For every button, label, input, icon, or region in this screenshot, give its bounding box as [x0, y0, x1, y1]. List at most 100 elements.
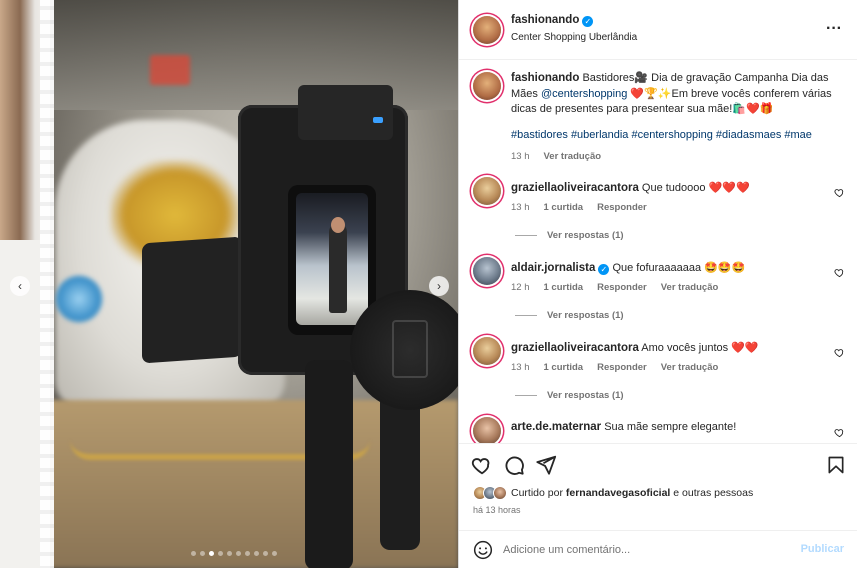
avatar[interactable]: [473, 16, 501, 44]
add-comment-bar: Publicar: [459, 530, 857, 568]
hashtag[interactable]: #diadasmaes: [716, 129, 781, 141]
liked-by-text: Curtido por fernandavegasoficial e outra…: [511, 487, 753, 499]
next-slide-button[interactable]: ›: [429, 276, 449, 296]
author-username[interactable]: fashionando ✓: [511, 14, 594, 27]
comment-text: Que tudoooo: [641, 182, 706, 194]
comment-emoji: ❤️❤️: [731, 341, 759, 354]
like-heart-icon[interactable]: [471, 454, 493, 476]
post-location[interactable]: Center Shopping Uberlândia: [511, 32, 637, 43]
reply-button[interactable]: Responder: [597, 362, 647, 373]
avatar[interactable]: [473, 257, 501, 285]
avatar[interactable]: [473, 337, 501, 365]
person-on-screen: [329, 223, 347, 313]
chevron-left-icon: ‹: [18, 279, 22, 293]
slide-dot: [218, 551, 223, 556]
camera-top-unit: [298, 85, 393, 140]
caption-mention[interactable]: @centershopping: [541, 88, 627, 100]
view-replies-label: Ver respostas (1): [547, 390, 624, 401]
camera-flip-screen: [142, 236, 242, 364]
like-comment-icon[interactable]: [834, 347, 845, 358]
comment-likes[interactable]: 1 curtida: [544, 362, 584, 373]
translate-link[interactable]: Ver tradução: [661, 362, 719, 373]
share-icon[interactable]: [535, 454, 557, 476]
emoji-picker-icon[interactable]: [473, 540, 493, 560]
avatar[interactable]: [473, 72, 501, 100]
comment-meta: 13 h 1 curtida Responder Ver tradução: [511, 362, 718, 373]
translate-link[interactable]: Ver tradução: [544, 149, 602, 165]
hashtag[interactable]: #mae: [784, 129, 812, 141]
slide-dot: [209, 551, 214, 556]
chevron-right-icon: ›: [437, 279, 441, 293]
comment-body: graziellaoliveiracantora Amo vocês junto…: [511, 340, 811, 356]
caption-time: 13 h: [511, 151, 530, 162]
save-bookmark-icon[interactable]: [826, 454, 846, 476]
replies-line: [515, 235, 537, 236]
comment-username[interactable]: aldair.jornalista: [511, 262, 595, 274]
liked-by[interactable]: Curtido por fernandavegasoficial e outra…: [473, 486, 753, 500]
background-wall: [48, 0, 458, 110]
post-side-panel: fashionando ✓ Center Shopping Uberlândia …: [458, 0, 857, 568]
liked-by-user[interactable]: fernandavegasoficial: [566, 487, 670, 499]
person-head: [331, 217, 345, 233]
comments-section[interactable]: fashionando Bastidores🎥 Dia de gravação …: [459, 61, 857, 443]
publish-button[interactable]: Publicar: [801, 543, 844, 555]
avatar[interactable]: [473, 177, 501, 205]
liker-avatar: [493, 486, 507, 500]
like-comment-icon[interactable]: [834, 267, 845, 278]
slide-dot: [272, 551, 277, 556]
reply-button[interactable]: Responder: [597, 202, 647, 213]
replies-line: [515, 395, 537, 396]
previous-slide-button[interactable]: ‹: [10, 276, 30, 296]
comment-likes[interactable]: 1 curtida: [544, 202, 584, 213]
comment-input[interactable]: [503, 540, 783, 560]
verified-icon: ✓: [582, 16, 594, 27]
comment-time: 13 h: [511, 202, 530, 213]
post-actions: [459, 443, 857, 485]
view-replies-button[interactable]: Ver respostas (1): [515, 390, 624, 401]
slide-dot: [227, 551, 232, 556]
like-comment-icon[interactable]: [834, 427, 845, 438]
comment-text: Amo vocês juntos: [641, 342, 729, 354]
torn-edge: [40, 0, 54, 568]
comment-username[interactable]: graziellaoliveiracantora: [511, 342, 639, 354]
author-username-text[interactable]: fashionando: [511, 14, 579, 26]
gimbal-arm: [380, 390, 420, 550]
slide-dot: [254, 551, 259, 556]
comment-likes[interactable]: 1 curtida: [544, 282, 584, 293]
hashtag[interactable]: #uberlandia: [571, 129, 629, 141]
view-replies-label: Ver respostas (1): [547, 230, 624, 241]
slide-dot: [263, 551, 268, 556]
caption-username[interactable]: fashionando: [511, 72, 579, 84]
post-timestamp[interactable]: há 13 horas: [473, 505, 521, 515]
avatar[interactable]: [473, 417, 501, 443]
comment-body: graziellaoliveiracantora Que tudoooo ❤️❤…: [511, 180, 811, 196]
view-replies-button[interactable]: Ver respostas (1): [515, 310, 624, 321]
post-header: fashionando ✓ Center Shopping Uberlândia …: [459, 0, 857, 60]
reply-button[interactable]: Responder: [597, 282, 647, 293]
slide-dot: [236, 551, 241, 556]
camera-screen: [296, 193, 368, 325]
translate-link[interactable]: Ver tradução: [661, 282, 719, 293]
post-photo[interactable]: ‹ ›: [0, 0, 458, 568]
caption-hashtags: #bastidores #uberlandia #centershopping …: [511, 128, 846, 144]
comment-emoji: 🤩🤩🤩: [704, 261, 746, 274]
post-caption: fashionando Bastidores🎥 Dia de gravação …: [511, 71, 846, 165]
like-comment-icon[interactable]: [834, 187, 845, 198]
replies-line: [515, 315, 537, 316]
comment-time: 12 h: [511, 282, 530, 293]
hashtag[interactable]: #centershopping: [632, 129, 713, 141]
gimbal-motor: [350, 290, 458, 410]
comment-text: Que fofuraaaaaaa: [612, 262, 702, 274]
comment-username[interactable]: graziellaoliveiracantora: [511, 182, 639, 194]
liked-by-suffix: e outras pessoas: [673, 487, 754, 499]
comment-emoji: ❤️❤️❤️: [708, 181, 750, 194]
comment-time: 13 h: [511, 362, 530, 373]
gimbal-logo: [392, 320, 428, 378]
comment-username[interactable]: arte.de.maternar: [511, 421, 601, 433]
comment-icon[interactable]: [503, 454, 525, 476]
hashtag[interactable]: #bastidores: [511, 129, 568, 141]
more-options-icon[interactable]: ···: [826, 20, 842, 38]
view-replies-button[interactable]: Ver respostas (1): [515, 230, 624, 241]
verified-icon: ✓: [598, 264, 610, 275]
comment-body: arte.de.maternar Sua mãe sempre elegante…: [511, 420, 811, 435]
